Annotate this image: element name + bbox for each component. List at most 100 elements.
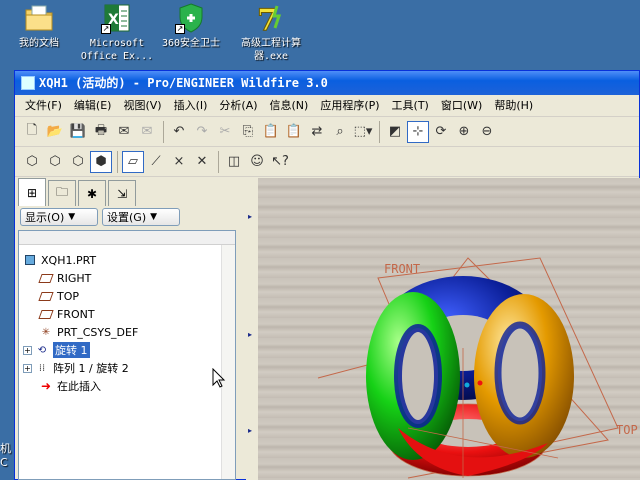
collapse-arrow-icon[interactable]: ▸ <box>248 212 252 221</box>
smiley-icon[interactable]: ☺ <box>246 151 268 173</box>
hidden-line-icon[interactable]: ⬡ <box>44 151 66 173</box>
print-icon[interactable]: 🖶 <box>90 121 112 143</box>
sketch-icon[interactable]: ◫ <box>223 151 245 173</box>
pane-splitter[interactable]: ▸ ▸ ▸ <box>246 178 258 480</box>
menu-tools[interactable]: 工具(T) <box>386 97 435 115</box>
desktop-edge-text: 机 C <box>0 442 11 469</box>
excel-icon: X ↗ <box>101 2 133 34</box>
model-tree-header <box>19 231 235 245</box>
desktop-icon-360[interactable]: ↗ 360安全卫士 <box>152 0 230 50</box>
csys-icon[interactable]: ✕ <box>191 151 213 173</box>
pattern-icon: ⁞⁞ <box>38 362 46 374</box>
menu-window[interactable]: 窗口(W) <box>435 97 488 115</box>
desktop-icon-my-documents[interactable]: 我的文档 <box>0 0 78 50</box>
cut-icon[interactable]: ✂ <box>214 121 236 143</box>
spin-center-icon[interactable]: ⊹ <box>407 120 429 143</box>
selection-box-icon[interactable]: ⬚▾ <box>352 121 374 143</box>
view-manager-icon[interactable]: ◩ <box>384 121 406 143</box>
open-icon[interactable]: 📂 <box>44 121 66 143</box>
model-tree-toolbar: 显示(O) ▼ 设置(G) ▼ <box>18 206 244 228</box>
tree-node-pattern-1[interactable]: + ⁞⁞ 阵列 1 / 旋转 2 <box>19 359 235 377</box>
toolbar-separator <box>163 120 164 143</box>
whats-this-icon[interactable]: ↖? <box>269 151 291 173</box>
menu-analysis[interactable]: 分析(A) <box>213 97 263 115</box>
favorites-tab-icon[interactable]: ✱ <box>78 180 106 206</box>
undo-icon[interactable]: ↶ <box>168 121 190 143</box>
tree-node-revolve-1[interactable]: + ⟲ 旋转 1 <box>19 341 235 359</box>
datum-plane-icon <box>38 308 54 320</box>
desktop-icon-excel[interactable]: X ↗ Microsoft Office Ex... <box>78 0 156 63</box>
desktop-icon-calculator[interactable]: 7 高级工程计算器.exe <box>232 0 310 63</box>
connections-tab-icon[interactable]: ⇲ <box>108 180 136 206</box>
graphics-area[interactable]: FRONT TOP <box>258 178 640 480</box>
tree-node-front[interactable]: FRONT <box>19 305 235 323</box>
menu-insert[interactable]: 插入(I) <box>168 97 214 115</box>
datum-label-front: FRONT <box>384 262 420 276</box>
copy-icon[interactable]: ⎘ <box>237 121 259 143</box>
calculator-icon: 7 <box>255 2 287 39</box>
collapse-arrow-icon[interactable]: ▸ <box>248 426 252 435</box>
proe-app-icon <box>21 76 35 90</box>
folder-documents-icon <box>23 2 55 34</box>
menu-file[interactable]: 文件(F) <box>19 97 68 115</box>
datum-plane-icon[interactable]: ▱ <box>122 150 144 173</box>
shield-icon: ↗ <box>175 2 207 34</box>
shading-icon[interactable]: ⬢ <box>90 150 112 173</box>
settings-dropdown[interactable]: 设置(G) ▼ <box>102 208 180 226</box>
tree-node-part[interactable]: XQH1.PRT <box>19 251 235 269</box>
tree-node-label: 阵列 1 / 旋转 2 <box>53 362 129 375</box>
desktop-icon-label: 我的文档 <box>19 38 59 49</box>
window-title: XQH1 (活动的) - Pro/ENGINEER Wildfire 3.0 <box>39 76 328 90</box>
datum-axis-icon[interactable]: ⟋ <box>145 151 167 173</box>
regenerate-icon[interactable]: ⇄ <box>306 121 328 143</box>
tree-node-label: PRT_CSYS_DEF <box>57 325 139 339</box>
menu-applications[interactable]: 应用程序(P) <box>314 97 385 115</box>
show-dropdown-label: 显示(O) <box>25 211 65 224</box>
model-viewport[interactable]: FRONT TOP <box>258 178 640 480</box>
paste-icon[interactable]: 📋 <box>260 121 282 143</box>
redo-icon[interactable]: ↷ <box>191 121 213 143</box>
tree-node-right[interactable]: RIGHT <box>19 269 235 287</box>
new-icon[interactable]: 🗋 <box>21 121 43 143</box>
model-tree: XQH1.PRT RIGHT TOP FRONT ✳ PRT_CSYS_DEF … <box>18 230 236 480</box>
paste-special-icon[interactable]: 📋 <box>283 121 305 143</box>
menu-bar: 文件(F) 编辑(E) 视图(V) 插入(I) 分析(A) 信息(N) 应用程序… <box>15 95 639 117</box>
shortcut-arrow-icon: ↗ <box>101 24 111 34</box>
model-tree-tab-icon[interactable]: ⊞ <box>18 178 46 206</box>
find-icon[interactable]: ⌕ <box>329 121 351 143</box>
folder-browser-tab-icon[interactable]: 🗀 <box>48 180 76 206</box>
tree-node-insert-here[interactable]: ➜ 在此插入 <box>19 377 235 395</box>
window-titlebar[interactable]: XQH1 (活动的) - Pro/ENGINEER Wildfire 3.0 <box>15 71 639 95</box>
show-dropdown[interactable]: 显示(O) ▼ <box>20 208 98 226</box>
tree-node-top[interactable]: TOP <box>19 287 235 305</box>
tree-node-csys[interactable]: ✳ PRT_CSYS_DEF <box>19 323 235 341</box>
tree-node-label: TOP <box>57 289 80 303</box>
wireframe-icon[interactable]: ⬡ <box>21 151 43 173</box>
menu-view[interactable]: 视图(V) <box>117 97 167 115</box>
tree-node-label: FRONT <box>57 307 95 321</box>
menu-help[interactable]: 帮助(H) <box>488 97 539 115</box>
save-icon[interactable]: 💾 <box>67 121 89 143</box>
mouse-cursor-icon <box>212 368 226 388</box>
navigator-pane: ⊞ 🗀 ✱ ⇲ 显示(O) ▼ 设置(G) ▼ XQH1.PRT RIGHT T… <box>18 178 244 480</box>
torus-green[interactable] <box>366 292 460 460</box>
svg-text:7: 7 <box>257 3 278 34</box>
email-icon[interactable]: ✉ <box>113 121 135 143</box>
refit-icon[interactable]: ⟳ <box>430 121 452 143</box>
datum-point-icon <box>477 380 483 386</box>
collapse-arrow-icon[interactable]: ▸ <box>248 330 252 339</box>
toolbar-display: ⬡ ⬡ ⬡ ⬢ ▱ ⟋ × ✕ ◫ ☺ ↖? <box>15 147 639 177</box>
menu-info[interactable]: 信息(N) <box>264 97 315 115</box>
chevron-down-icon: ▼ <box>68 212 76 222</box>
expand-icon[interactable]: + <box>23 363 32 373</box>
torus-orange[interactable] <box>474 294 574 458</box>
tree-node-label: 在此插入 <box>57 380 101 393</box>
model-tree-scrollbar[interactable] <box>221 245 235 479</box>
email-attach-icon[interactable]: ✉ <box>136 121 158 143</box>
no-hidden-icon[interactable]: ⬡ <box>67 151 89 173</box>
expand-icon[interactable]: + <box>23 345 32 355</box>
zoom-in-icon[interactable]: ⊕ <box>453 121 475 143</box>
menu-edit[interactable]: 编辑(E) <box>68 97 118 115</box>
zoom-out-icon[interactable]: ⊖ <box>476 121 498 143</box>
datum-point-icon[interactable]: × <box>168 151 190 173</box>
